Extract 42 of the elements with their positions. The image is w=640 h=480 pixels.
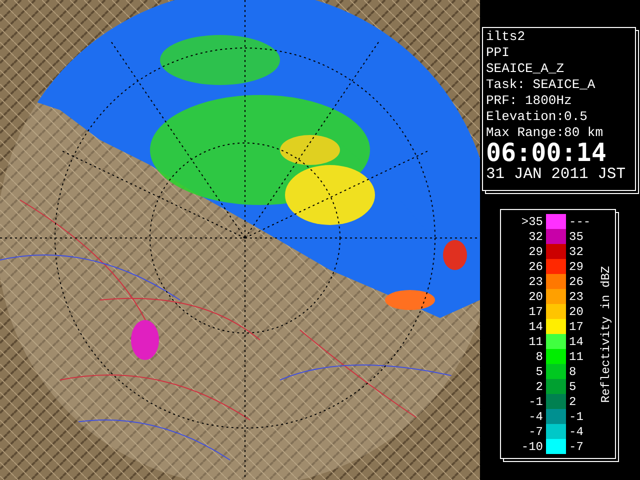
legend-label: 35 bbox=[569, 230, 584, 244]
legend-label: 17 bbox=[528, 304, 543, 318]
legend-label: 14 bbox=[528, 320, 543, 334]
legend-label: 2 bbox=[534, 380, 543, 394]
info-line: Elevation:0.5 bbox=[486, 109, 588, 125]
legend-label: 5 bbox=[534, 364, 543, 378]
legend-label: 11 bbox=[528, 334, 543, 348]
legend-label: -1 bbox=[528, 394, 543, 408]
legend-label: 26 bbox=[528, 260, 543, 274]
legend-label: 23 bbox=[528, 274, 543, 288]
legend-label: 8 bbox=[569, 364, 578, 378]
legend-label: -10 bbox=[520, 440, 543, 454]
legend-label: 29 bbox=[528, 244, 543, 258]
legend-label: -4 bbox=[569, 424, 584, 438]
legend-label: 2 bbox=[569, 394, 578, 408]
legend-label: 32 bbox=[528, 230, 543, 244]
legend-label: 29 bbox=[569, 260, 584, 274]
legend-label: >35 bbox=[520, 214, 543, 228]
legend-label: 8 bbox=[534, 350, 543, 364]
legend-label: --- bbox=[569, 214, 592, 228]
legend-label: 20 bbox=[528, 290, 543, 304]
legend-label: 23 bbox=[569, 290, 584, 304]
info-line: PRF: 1800Hz bbox=[486, 93, 573, 109]
legend-label: -7 bbox=[569, 440, 584, 454]
info-line: Max Range:80 km bbox=[486, 125, 604, 141]
legend-label: 32 bbox=[569, 244, 584, 258]
info-line: ilts2 bbox=[486, 29, 526, 45]
legend-label: 5 bbox=[569, 380, 578, 394]
legend-label: 26 bbox=[569, 274, 584, 288]
legend-label: -4 bbox=[528, 410, 543, 424]
legend-label: 14 bbox=[569, 334, 584, 348]
legend-label: 17 bbox=[569, 320, 584, 334]
info-line: SEAICE_A_Z bbox=[486, 61, 566, 77]
legend-label: -1 bbox=[569, 410, 584, 424]
legend-label: -7 bbox=[528, 424, 543, 438]
legend-title: Reflectivity in dBZ bbox=[599, 266, 613, 402]
legend-label: 11 bbox=[569, 350, 584, 364]
info-line: PPI bbox=[486, 45, 510, 61]
date-text: 31 JAN 2011 JST bbox=[486, 165, 627, 183]
info-line: Task: SEAICE_A bbox=[486, 77, 596, 93]
time-text: 06:00:14 bbox=[486, 141, 608, 165]
legend-label: 20 bbox=[569, 304, 584, 318]
